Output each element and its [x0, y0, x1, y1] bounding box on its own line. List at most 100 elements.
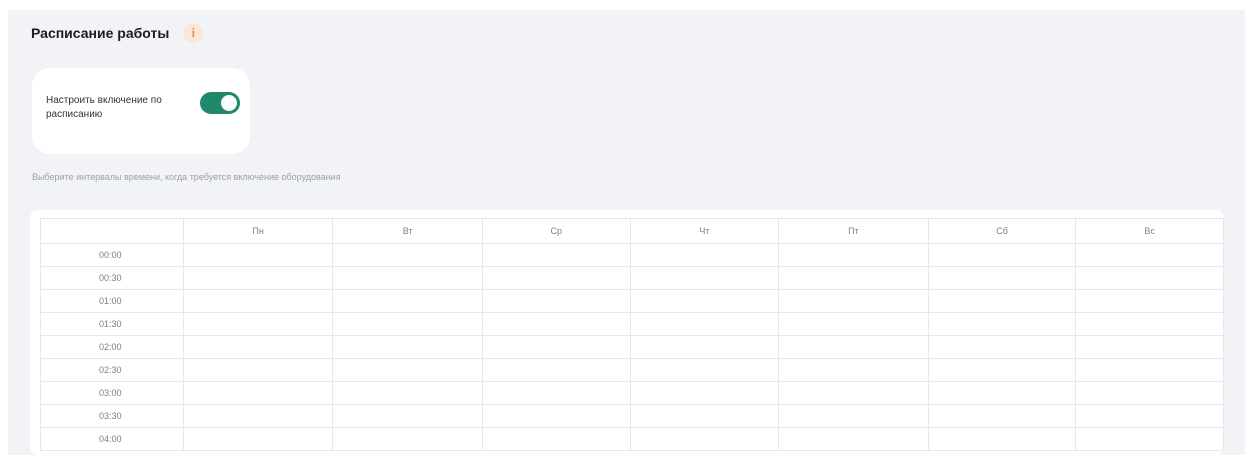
- time-slot-cell[interactable]: [332, 312, 483, 336]
- time-slot-cell[interactable]: [927, 335, 1077, 359]
- table-header-row: Пн Вт Ср Чт Пт Сб Вс: [40, 218, 1224, 244]
- table-row: 01:00: [40, 289, 1224, 313]
- schedule-table-container: Пн Вт Ср Чт Пт Сб Вс 00:00 00:30 01:00 01:30 02:00…: [30, 210, 1224, 455]
- day-header: Вс: [1075, 218, 1224, 244]
- hint-text: Выберите интервалы времени, когда требуе…: [32, 172, 341, 182]
- time-slot-cell[interactable]: [182, 289, 334, 313]
- time-slot-cell[interactable]: [1075, 312, 1224, 336]
- time-slot-cell[interactable]: [1075, 427, 1224, 451]
- time-slot-cell[interactable]: [778, 266, 929, 290]
- time-slot-cell[interactable]: [1075, 243, 1224, 267]
- time-slot-cell[interactable]: [481, 404, 631, 428]
- time-slot-cell[interactable]: [182, 266, 334, 290]
- time-slot-cell[interactable]: [481, 266, 631, 290]
- time-slot-cell[interactable]: [629, 404, 780, 428]
- time-slot-cell[interactable]: [332, 381, 483, 405]
- time-slot-cell[interactable]: [332, 404, 483, 428]
- time-slot-cell[interactable]: [1075, 381, 1224, 405]
- time-slot-cell[interactable]: [1075, 335, 1224, 359]
- time-slot-cell[interactable]: [927, 358, 1077, 382]
- page-title: Расписание работы: [31, 25, 170, 41]
- table-row: 02:00: [40, 335, 1224, 359]
- time-slot-cell[interactable]: [481, 289, 631, 313]
- time-slot-cell[interactable]: [927, 243, 1077, 267]
- table-row: 03:00: [40, 381, 1224, 405]
- time-slot-cell[interactable]: [778, 427, 929, 451]
- time-label: 02:00: [40, 335, 184, 359]
- time-slot-cell[interactable]: [1075, 404, 1224, 428]
- toggle-knob: [221, 95, 237, 111]
- time-slot-cell[interactable]: [1075, 289, 1224, 313]
- time-label: 00:00: [40, 243, 184, 267]
- time-slot-cell[interactable]: [481, 243, 631, 267]
- time-slot-cell[interactable]: [629, 358, 780, 382]
- time-slot-cell[interactable]: [629, 427, 780, 451]
- day-header: Ср: [481, 218, 631, 244]
- time-slot-cell[interactable]: [332, 427, 483, 451]
- time-slot-cell[interactable]: [182, 404, 334, 428]
- time-slot-cell[interactable]: [927, 266, 1077, 290]
- table-row: 02:30: [40, 358, 1224, 382]
- time-label: 02:30: [40, 358, 184, 382]
- time-slot-cell[interactable]: [332, 335, 483, 359]
- time-slot-cell[interactable]: [481, 312, 631, 336]
- time-slot-cell[interactable]: [778, 335, 929, 359]
- time-label: 01:00: [40, 289, 184, 313]
- schedule-toggle-card: Настроить включение по расписанию: [32, 68, 250, 154]
- table-row: 03:30: [40, 404, 1224, 428]
- section-header: Расписание работы i: [31, 23, 204, 43]
- time-slot-cell[interactable]: [1075, 358, 1224, 382]
- time-slot-cell[interactable]: [778, 381, 929, 405]
- time-slot-cell[interactable]: [332, 243, 483, 267]
- time-slot-cell[interactable]: [481, 381, 631, 405]
- time-label: 01:30: [40, 312, 184, 336]
- time-slot-cell[interactable]: [332, 358, 483, 382]
- time-slot-cell[interactable]: [481, 358, 631, 382]
- time-slot-cell[interactable]: [182, 427, 334, 451]
- time-slot-cell[interactable]: [927, 312, 1077, 336]
- time-slot-cell[interactable]: [927, 404, 1077, 428]
- table-row: 00:00: [40, 243, 1224, 267]
- time-slot-cell[interactable]: [778, 289, 929, 313]
- day-header: Вт: [332, 218, 483, 244]
- time-slot-cell[interactable]: [182, 243, 334, 267]
- time-slot-cell[interactable]: [927, 427, 1077, 451]
- table-row: 00:30: [40, 266, 1224, 290]
- day-header: Пн: [182, 218, 334, 244]
- day-header: Сб: [927, 218, 1077, 244]
- table-row: 04:00: [40, 427, 1224, 451]
- schedule-toggle[interactable]: [200, 92, 240, 114]
- time-slot-cell[interactable]: [629, 381, 780, 405]
- schedule-table: Пн Вт Ср Чт Пт Сб Вс 00:00 00:30 01:00 01:30 02:00…: [40, 218, 1224, 451]
- time-slot-cell[interactable]: [629, 312, 780, 336]
- time-label: 03:30: [40, 404, 184, 428]
- time-slot-cell[interactable]: [778, 404, 929, 428]
- table-row: 01:30: [40, 312, 1224, 336]
- day-header: Пт: [778, 218, 929, 244]
- time-slot-cell[interactable]: [1075, 266, 1224, 290]
- info-icon[interactable]: i: [183, 23, 204, 43]
- schedule-panel: Расписание работы i Настроить включение …: [8, 10, 1245, 455]
- time-slot-cell[interactable]: [182, 312, 334, 336]
- time-slot-cell[interactable]: [182, 335, 334, 359]
- time-slot-cell[interactable]: [629, 243, 780, 267]
- time-slot-cell[interactable]: [182, 358, 334, 382]
- time-slot-cell[interactable]: [778, 312, 929, 336]
- time-slot-cell[interactable]: [927, 381, 1077, 405]
- time-slot-cell[interactable]: [778, 358, 929, 382]
- time-slot-cell[interactable]: [927, 289, 1077, 313]
- time-slot-cell[interactable]: [481, 427, 631, 451]
- time-slot-cell[interactable]: [182, 381, 334, 405]
- time-slot-cell[interactable]: [629, 289, 780, 313]
- time-slot-cell[interactable]: [629, 266, 780, 290]
- toggle-label: Настроить включение по расписанию: [46, 95, 162, 120]
- time-slot-cell[interactable]: [332, 266, 483, 290]
- time-label: 03:00: [40, 381, 184, 405]
- time-slot-cell[interactable]: [778, 243, 929, 267]
- time-slot-cell[interactable]: [481, 335, 631, 359]
- day-header: Чт: [629, 218, 780, 244]
- time-label: 00:30: [40, 266, 184, 290]
- time-slot-cell[interactable]: [629, 335, 780, 359]
- time-label: 04:00: [40, 427, 184, 451]
- time-slot-cell[interactable]: [332, 289, 483, 313]
